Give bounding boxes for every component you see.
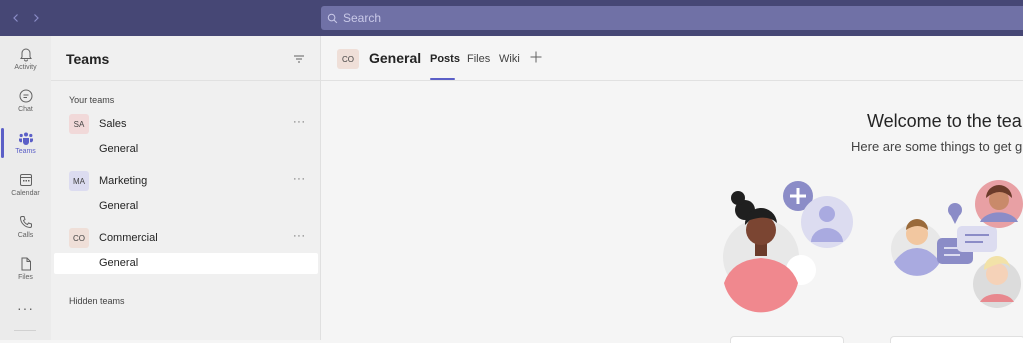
rail-label-calendar: Calendar (11, 189, 40, 197)
tab-wiki[interactable]: Wiki (499, 53, 520, 65)
channel-header: CO General Posts Files Wiki (321, 36, 1023, 81)
rail-more-button[interactable]: ··· (0, 294, 51, 322)
chevron-right-icon (34, 14, 39, 22)
team-name: Commercial (99, 232, 158, 244)
rail-label-files: Files (18, 273, 33, 281)
tab-files[interactable]: Files (467, 53, 490, 65)
active-tab-underline (430, 78, 455, 80)
channel-name: General (99, 257, 139, 269)
rail-label-calls: Calls (17, 231, 34, 239)
team-avatar: CO (69, 228, 89, 248)
panel-title: Teams (66, 51, 110, 67)
channel-row-marketing-general[interactable]: General (54, 196, 318, 216)
team-row-marketing[interactable]: MA Marketing ··· (51, 170, 320, 194)
app-rail: Activity Chat Teams Calendar Calls Files… (0, 36, 51, 340)
welcome-illustration (723, 180, 1023, 313)
welcome-subtitle: Here are some things to get g (851, 139, 1023, 154)
rail-item-activity[interactable]: Activity (0, 38, 51, 78)
add-tab-icon[interactable] (530, 51, 542, 63)
rail-item-calls[interactable]: Calls (0, 206, 51, 246)
team-avatar: MA (69, 171, 89, 191)
channel-name: General (99, 200, 139, 212)
team-row-sales[interactable]: SA Sales ··· (51, 113, 320, 137)
teams-panel: Teams Your teams SA Sales ··· General MA… (51, 36, 321, 340)
forward-button[interactable] (27, 9, 45, 27)
teams-icon (18, 132, 33, 145)
channel-row-commercial-general[interactable]: General (54, 253, 318, 274)
search-input[interactable]: Search (321, 6, 1023, 30)
channel-row-sales-general[interactable]: General (54, 139, 318, 159)
bell-icon (19, 48, 32, 61)
rail-divider (14, 330, 36, 331)
rail-label-teams: Teams (15, 147, 36, 155)
welcome-title: Welcome to the tea (867, 111, 1022, 131)
search-placeholder: Search (343, 11, 382, 25)
rail-item-teams[interactable]: Teams (0, 122, 51, 162)
chat-icon (19, 89, 32, 102)
active-indicator (1, 128, 4, 158)
team-more-button[interactable]: ··· (293, 173, 306, 185)
hidden-teams-label[interactable]: Hidden teams (69, 296, 125, 306)
channel-avatar: CO (337, 49, 359, 69)
rail-label-chat: Chat (18, 105, 33, 113)
filter-icon[interactable] (293, 53, 305, 65)
team-row-commercial[interactable]: CO Commercial ··· (51, 227, 320, 251)
calendar-icon (19, 173, 32, 186)
channel-name: General (99, 143, 139, 155)
team-name: Sales (99, 118, 127, 130)
title-bar: Search (0, 0, 1023, 36)
rail-label-activity: Activity (14, 63, 37, 71)
channel-title: General (369, 50, 422, 66)
team-avatar: SA (69, 114, 89, 134)
your-teams-label: Your teams (69, 95, 115, 105)
panel-header: Teams (51, 36, 320, 81)
team-name: Marketing (99, 175, 148, 187)
team-more-button[interactable]: ··· (293, 116, 306, 128)
back-button[interactable] (7, 9, 25, 27)
rail-item-calendar[interactable]: Calendar (0, 164, 51, 204)
team-more-button[interactable]: ··· (293, 230, 306, 242)
chevron-left-icon (13, 14, 18, 22)
file-icon (21, 257, 31, 270)
tab-posts[interactable]: Posts (430, 53, 460, 65)
phone-icon (19, 215, 32, 228)
search-icon (327, 13, 338, 23)
rail-item-files[interactable]: Files (0, 248, 51, 288)
rail-item-chat[interactable]: Chat (0, 80, 51, 120)
